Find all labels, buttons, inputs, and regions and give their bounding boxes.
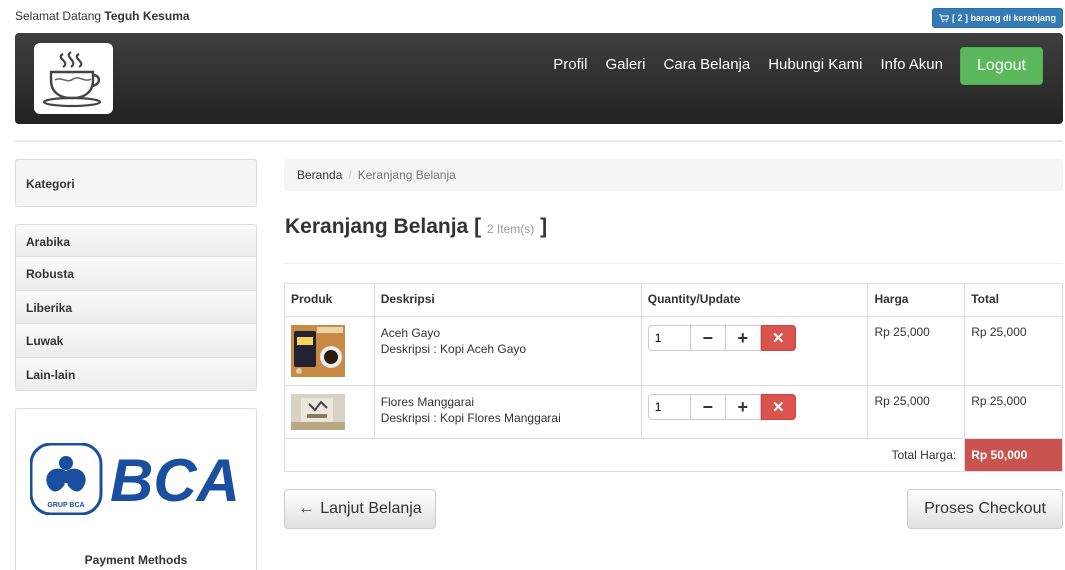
page-title: Keranjang Belanja [ 2 Item(s) ] (285, 215, 548, 238)
product-thumbnail (291, 394, 345, 430)
product-image-cell (284, 385, 375, 439)
product-description: Deskripsi : Kopi Aceh Gayo (380, 342, 527, 356)
product-description-cell: Flores Manggarai Deskripsi : Kopi Flores… (373, 385, 642, 439)
svg-text:GRUP BCA: GRUP BCA (47, 502, 84, 509)
category-liberika[interactable]: Liberika (15, 290, 257, 325)
bca-logo: GRUP BCA BCA (30, 443, 240, 515)
decrease-button[interactable]: − (690, 394, 726, 420)
quantity-stepper: − + ✕ (647, 394, 862, 420)
nav-hubungi-kami[interactable]: Hubungi Kami (768, 56, 862, 73)
breadcrumb-home[interactable]: Beranda (297, 168, 342, 182)
nav-profil[interactable]: Profil (553, 56, 587, 73)
total-label: Total Harga: (283, 438, 966, 472)
col-header-produk: Produk (284, 283, 375, 317)
coffee-logo[interactable] (34, 43, 113, 114)
quantity-stepper: − + ✕ (647, 325, 862, 351)
logout-button[interactable]: Logout (960, 47, 1043, 85)
col-header-deskripsi: Deskripsi (373, 283, 642, 317)
checkout-button[interactable]: Proses Checkout (907, 489, 1063, 529)
item-count: 2 Item(s) (486, 222, 535, 236)
divider (284, 263, 1063, 264)
quantity-input[interactable] (647, 394, 691, 420)
category-luwak[interactable]: Luwak (15, 324, 257, 358)
cart-table: Produk Deskripsi Quantity/Update Harga T… (283, 283, 1063, 472)
product-image-cell (284, 316, 375, 386)
payment-methods-panel: GRUP BCA BCA Payment Methods (15, 408, 257, 570)
product-name[interactable]: Flores Manggarai (381, 394, 635, 410)
cart-badge-label: [ 2 ] barang di keranjang (951, 13, 1057, 23)
breadcrumb: Beranda / Keranjang Belanja (284, 159, 1063, 191)
table-row: Flores Manggarai Deskripsi : Kopi Flores… (284, 385, 1063, 439)
category-lain-lain[interactable]: Lain-lain (15, 357, 257, 391)
total-cell: Rp 25,000 (964, 316, 1063, 386)
category-robusta[interactable]: Robusta (15, 257, 257, 291)
col-header-total: Total (964, 283, 1063, 317)
quantity-input[interactable] (647, 325, 691, 351)
nav-cara-belanja[interactable]: Cara Belanja (664, 56, 751, 73)
payment-methods-label: Payment Methods (84, 553, 188, 567)
category-arabika[interactable]: Arabika (15, 224, 257, 258)
divider (15, 140, 1063, 142)
remove-item-button[interactable]: ✕ (760, 325, 796, 351)
product-description: Deskripsi : Kopi Flores Manggarai (380, 411, 561, 425)
welcome-text: Selamat Datang Teguh Kesuma (15, 9, 190, 23)
product-description-cell: Aceh Gayo Deskripsi : Kopi Aceh Gayo (373, 316, 642, 386)
main-nav: Profil Galeri Cara Belanja Hubungi Kami … (553, 56, 943, 73)
col-header-quantity: Quantity/Update (640, 283, 869, 317)
price-cell: Rp 25,000 (867, 385, 966, 439)
price-cell: Rp 25,000 (867, 316, 966, 386)
remove-item-button[interactable]: ✕ (760, 394, 796, 420)
total-cell: Rp 25,000 (964, 385, 1063, 439)
total-value: Rp 50,000 (964, 438, 1063, 472)
cart-icon (938, 13, 949, 22)
total-row: Total Harga: Rp 50,000 (283, 438, 1063, 472)
category-list: Arabika Robusta Liberika Luwak Lain-lain (15, 224, 257, 391)
navbar: Profil Galeri Cara Belanja Hubungi Kami … (15, 33, 1063, 124)
decrease-button[interactable]: − (690, 325, 726, 351)
nav-galeri[interactable]: Galeri (605, 56, 645, 73)
increase-button[interactable]: + (725, 394, 761, 420)
col-header-harga: Harga (867, 283, 966, 317)
product-thumbnail (291, 325, 345, 377)
increase-button[interactable]: + (725, 325, 761, 351)
nav-info-akun[interactable]: Info Akun (880, 56, 943, 73)
quantity-cell: − + ✕ (640, 316, 869, 386)
continue-shopping-label: Lanjut Belanja (320, 500, 422, 517)
user-name: Teguh Kesuma (104, 9, 190, 23)
continue-shopping-button[interactable]: ← Lanjut Belanja (284, 489, 436, 529)
table-row: Aceh Gayo Deskripsi : Kopi Aceh Gayo − +… (284, 316, 1063, 386)
svg-text:BCA: BCA (110, 447, 240, 514)
cart-badge-button[interactable]: [ 2 ] barang di keranjang (932, 8, 1063, 28)
quantity-cell: − + ✕ (640, 385, 869, 439)
arrow-left-icon: ← (298, 500, 315, 517)
product-name[interactable]: Aceh Gayo (381, 325, 635, 341)
coffee-cup-icon (42, 50, 101, 107)
breadcrumb-current: Keranjang Belanja (357, 168, 456, 182)
table-header-row: Produk Deskripsi Quantity/Update Harga T… (284, 283, 1063, 317)
kategori-heading: Kategori (15, 159, 257, 207)
